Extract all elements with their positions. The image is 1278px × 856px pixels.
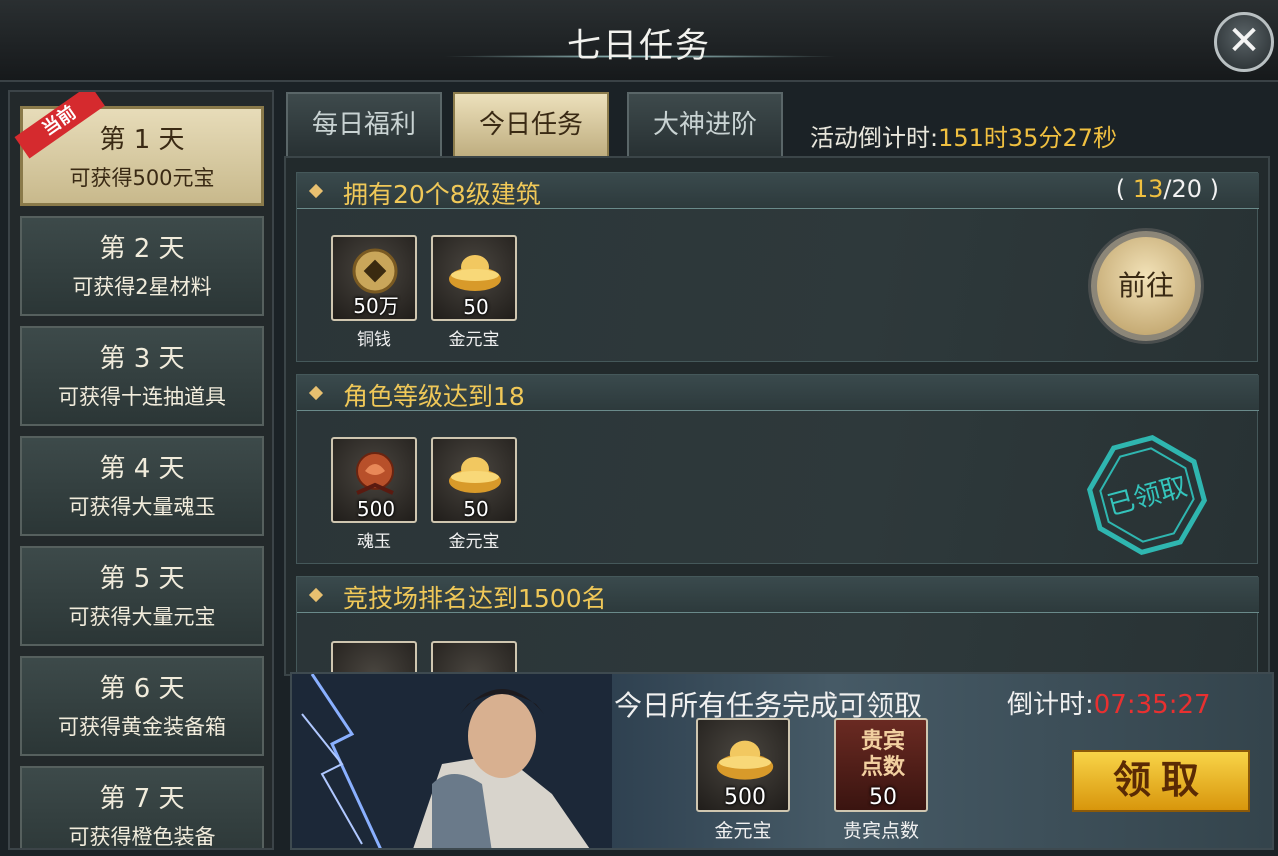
task-item: 拥有20个8级建筑 ( 13/20 ) 50万 铜钱 50 金元宝 前往 bbox=[296, 172, 1259, 362]
progress-open: ( bbox=[1115, 175, 1126, 203]
day-reward-text: 可获得大量元宝 bbox=[68, 605, 216, 629]
banner-countdown: 倒计时:07:35:27 bbox=[1007, 684, 1211, 721]
reward-quantity: 500 bbox=[724, 785, 766, 810]
reward-item[interactable] bbox=[431, 641, 517, 674]
copper-coin-icon bbox=[352, 248, 398, 294]
day-item-3[interactable]: 第 3 天 可获得十连抽道具 bbox=[20, 326, 264, 426]
all-tasks-reward-banner: 今日所有任务完成可领取 倒计时:07:35:27 500 金元宝 贵宾 点数 5… bbox=[290, 672, 1274, 850]
day-title: 第 7 天 bbox=[99, 784, 185, 814]
day-list: 当前 第 1 天 可获得500元宝 第 2 天 可获得2星材料 第 3 天 可获… bbox=[8, 90, 274, 850]
day-title: 第 6 天 bbox=[99, 674, 185, 704]
title-bar: 七日任务 ✕ bbox=[0, 0, 1278, 82]
gold-ingot-icon bbox=[449, 255, 501, 291]
gold-ingot-icon bbox=[716, 740, 774, 780]
go-button[interactable]: 前往 bbox=[1091, 231, 1201, 341]
day-title: 第 5 天 bbox=[99, 564, 185, 594]
task-header: 拥有20个8级建筑 ( 13/20 ) bbox=[297, 173, 1259, 209]
task-item: 角色等级达到18 500 魂玉 50 金元宝 已领取 bbox=[296, 374, 1259, 564]
claim-button[interactable]: 领取 bbox=[1072, 750, 1250, 812]
day-title: 第 4 天 bbox=[99, 454, 185, 484]
vip-icon-line-2: 点数 bbox=[860, 754, 905, 780]
tab-daily-welfare[interactable]: 每日福利 bbox=[286, 92, 442, 156]
reward-item[interactable]: 50万 铜钱 bbox=[331, 235, 417, 350]
reward-quantity: 50 bbox=[869, 785, 897, 810]
day-item-1[interactable]: 当前 第 1 天 可获得500元宝 bbox=[14, 92, 264, 206]
reward-name: 金元宝 bbox=[448, 330, 500, 350]
reward-slot[interactable]: 贵宾 点数 50 bbox=[834, 718, 928, 812]
reward-item[interactable]: 50 金元宝 bbox=[431, 437, 517, 552]
reward-name: 金元宝 bbox=[714, 820, 772, 842]
hero-portrait bbox=[292, 674, 612, 848]
reward-quantity: 50万 bbox=[353, 294, 399, 318]
vip-points-icon: 贵宾 点数 bbox=[836, 728, 930, 780]
diamond-icon bbox=[308, 385, 324, 401]
reward-slot[interactable] bbox=[331, 641, 417, 674]
reward-name: 金元宝 bbox=[448, 532, 500, 552]
day-reward-text: 可获得大量魂玉 bbox=[68, 495, 216, 519]
task-header: 角色等级达到18 bbox=[297, 375, 1259, 411]
day-reward-text: 可获得十连抽道具 bbox=[58, 385, 226, 409]
reward-item[interactable] bbox=[331, 641, 417, 674]
task-item: 竞技场排名达到1500名 bbox=[296, 576, 1259, 674]
diamond-icon bbox=[308, 183, 324, 199]
event-countdown: 活动倒计时:151时35分27秒 bbox=[810, 118, 1117, 153]
reward-slot[interactable]: 500 bbox=[696, 718, 790, 812]
tab-today-tasks[interactable]: 今日任务 bbox=[453, 92, 609, 156]
countdown-label: 活动倒计时: bbox=[810, 124, 939, 152]
task-progress: ( 13/20 ) bbox=[1116, 175, 1219, 203]
vip-icon-line-1: 贵宾 bbox=[860, 728, 905, 754]
task-title: 拥有20个8级建筑 bbox=[343, 180, 541, 209]
reward-slot[interactable]: 50 bbox=[431, 437, 517, 523]
task-title: 竞技场排名达到1500名 bbox=[343, 584, 607, 613]
reward-slot[interactable]: 50 bbox=[431, 235, 517, 321]
reward-name: 铜钱 bbox=[357, 330, 391, 350]
day-reward-text: 可获得500元宝 bbox=[69, 166, 215, 190]
day-item-2[interactable]: 第 2 天 可获得2星材料 bbox=[20, 216, 264, 316]
window-title: 七日任务 bbox=[567, 26, 711, 66]
reward-item[interactable]: 50 金元宝 bbox=[431, 235, 517, 350]
reward-name: 魂玉 bbox=[357, 532, 391, 552]
reward-quantity: 50 bbox=[463, 497, 489, 521]
soul-jade-icon bbox=[356, 452, 394, 495]
banner-countdown-label: 倒计时: bbox=[1007, 690, 1094, 720]
progress-total: /20 bbox=[1163, 175, 1202, 203]
banner-countdown-value: 07:35:27 bbox=[1093, 690, 1211, 720]
task-header: 竞技场排名达到1500名 bbox=[297, 577, 1259, 613]
day-title: 第 3 天 bbox=[99, 344, 185, 374]
day-item-5[interactable]: 第 5 天 可获得大量元宝 bbox=[20, 546, 264, 646]
reward-slot[interactable]: 50万 bbox=[331, 235, 417, 321]
task-title: 角色等级达到18 bbox=[343, 382, 525, 411]
day-reward-text: 可获得橙色装备 bbox=[68, 825, 216, 849]
day-reward-text: 可获得黄金装备箱 bbox=[58, 715, 226, 739]
gold-ingot-icon bbox=[449, 457, 501, 493]
progress-close: ) bbox=[1209, 175, 1219, 203]
day-title: 第 2 天 bbox=[99, 234, 185, 264]
task-panel: 拥有20个8级建筑 ( 13/20 ) 50万 铜钱 50 金元宝 前往 角色等… bbox=[284, 156, 1270, 676]
day-item-6[interactable]: 第 6 天 可获得黄金装备箱 bbox=[20, 656, 264, 756]
reward-quantity: 500 bbox=[356, 497, 396, 521]
day-reward-text: 可获得2星材料 bbox=[72, 275, 212, 299]
close-icon[interactable]: ✕ bbox=[1227, 18, 1261, 64]
reward-name: 贵宾点数 bbox=[842, 820, 919, 842]
reward-slot[interactable]: 500 bbox=[331, 437, 417, 523]
countdown-value: 151时35分27秒 bbox=[938, 124, 1117, 152]
claimed-stamp: 已领取 bbox=[1087, 435, 1207, 555]
tab-master-advance[interactable]: 大神进阶 bbox=[627, 92, 783, 156]
reward-item[interactable]: 500 魂玉 bbox=[331, 437, 417, 552]
reward-quantity: 50 bbox=[463, 295, 489, 319]
reward-slot[interactable] bbox=[431, 641, 517, 674]
day-item-7[interactable]: 第 7 天 可获得橙色装备 bbox=[20, 766, 264, 849]
reward-item[interactable]: 500 金元宝 bbox=[696, 718, 790, 843]
day-item-4[interactable]: 第 4 天 可获得大量魂玉 bbox=[20, 436, 264, 536]
diamond-icon bbox=[308, 587, 324, 603]
reward-item[interactable]: 贵宾 点数 50 贵宾点数 bbox=[834, 718, 928, 843]
claimed-stamp-text: 已领取 bbox=[1104, 471, 1190, 522]
close-button[interactable]: ✕ bbox=[1214, 12, 1274, 72]
progress-current: 13 bbox=[1132, 175, 1164, 203]
